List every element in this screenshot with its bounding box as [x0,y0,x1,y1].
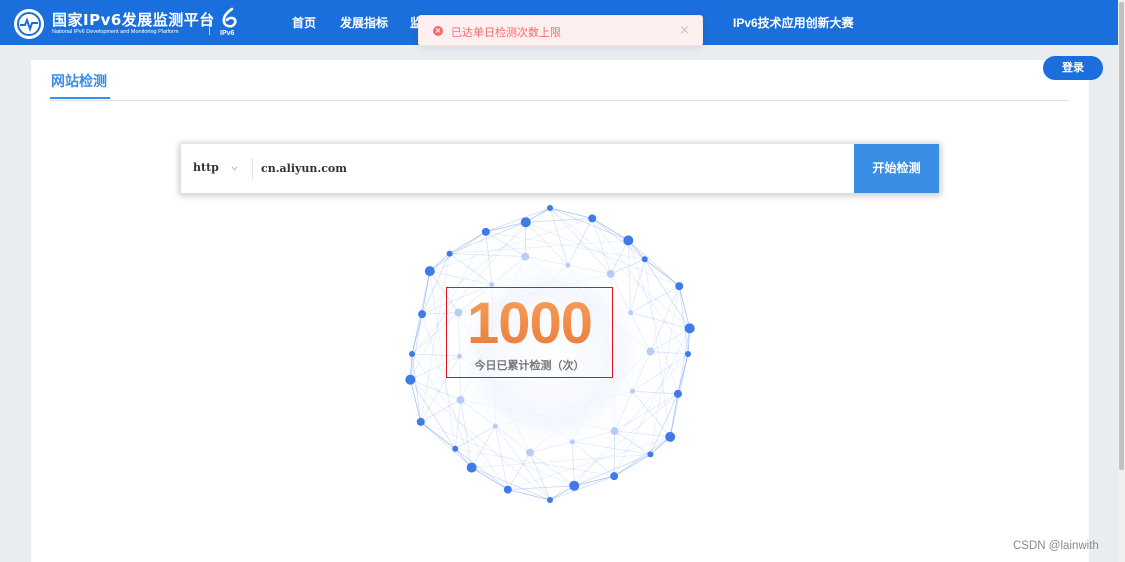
network-node [675,282,684,291]
network-link [610,258,645,275]
ipv6-logo-icon: IPv6 [218,7,242,41]
platform-logo-icon[interactable] [14,9,44,39]
csdn-watermark: CSDN @lainwith [1013,540,1099,552]
network-node [628,310,634,316]
network-link [409,379,422,422]
network-node [569,439,575,445]
toast-message: 已达单日检测次数上限 [451,26,561,39]
network-node [418,310,427,319]
network-link [454,399,461,449]
network-node [665,431,676,442]
daily-check-count-label: 今日已累计检测（次） [474,359,585,372]
network-link [420,399,461,423]
network-node [446,250,453,257]
nav-home[interactable]: 首页 [292,14,316,31]
network-node [610,427,619,436]
network-link [677,328,691,394]
daily-count-highlight: 1000 今日已累计检测（次） [446,287,613,378]
toast-close-button[interactable]: × [679,23,690,38]
page-title[interactable]: 网站检测 [51,71,107,91]
network-node [520,217,531,228]
network-node [466,462,477,473]
network-link [471,467,508,490]
network-link [650,351,689,355]
network-link [592,218,629,241]
network-node [647,451,654,458]
platform-title[interactable]: 国家IPv6发展监测平台 [52,9,215,30]
network-link [678,286,691,329]
ipv6-mark-label: IPv6 [220,30,235,37]
network-node [629,388,635,394]
network-link [644,258,680,287]
network-node [565,262,571,268]
network-link [420,421,456,450]
network-node [673,389,682,398]
network-link [449,253,526,257]
network-node [424,266,435,277]
network-link [650,393,679,455]
platform-subtitle: National IPv6 Development and Monitoring… [52,29,179,35]
network-node [685,351,691,357]
network-node [456,395,465,404]
network-node [416,417,425,426]
network-node [547,497,553,503]
nav-innovation-contest[interactable]: IPv6技术应用创新大赛 [733,14,854,31]
network-link [610,240,629,275]
network-node [481,227,490,236]
network-link [421,271,431,315]
error-toast: × 已达单日检测次数上限 × [418,15,703,46]
network-node [646,347,655,356]
network-node [503,485,512,494]
network-node [521,252,530,261]
logo-divider [209,13,210,35]
network-link [614,430,671,438]
network-node [569,480,580,491]
active-tab-underline [50,97,110,99]
start-check-button[interactable]: 开始检测 [854,144,939,193]
error-icon: × [433,26,443,36]
network-node [405,374,416,385]
network-node [610,472,619,481]
protocol-select[interactable]: http [193,161,219,174]
network-node [684,323,695,334]
protocol-separator [252,158,253,179]
daily-check-count: 1000 [447,290,612,357]
network-node [526,448,535,457]
network-node [409,351,415,357]
network-node [606,269,615,278]
network-node [452,445,459,452]
network-node [623,235,634,246]
network-link [669,393,679,437]
network-node [547,205,553,211]
chevron-down-icon[interactable] [231,165,238,172]
network-link [410,379,456,449]
scrollbar-thumb[interactable] [1119,2,1124,470]
title-divider [50,100,1069,101]
login-button[interactable]: 登录 [1043,56,1103,80]
network-node [641,256,648,263]
network-link [524,222,527,257]
network-node [588,214,597,223]
network-node [492,423,498,429]
nav-development-indicators[interactable]: 发展指标 [340,14,388,31]
network-link [650,286,680,455]
